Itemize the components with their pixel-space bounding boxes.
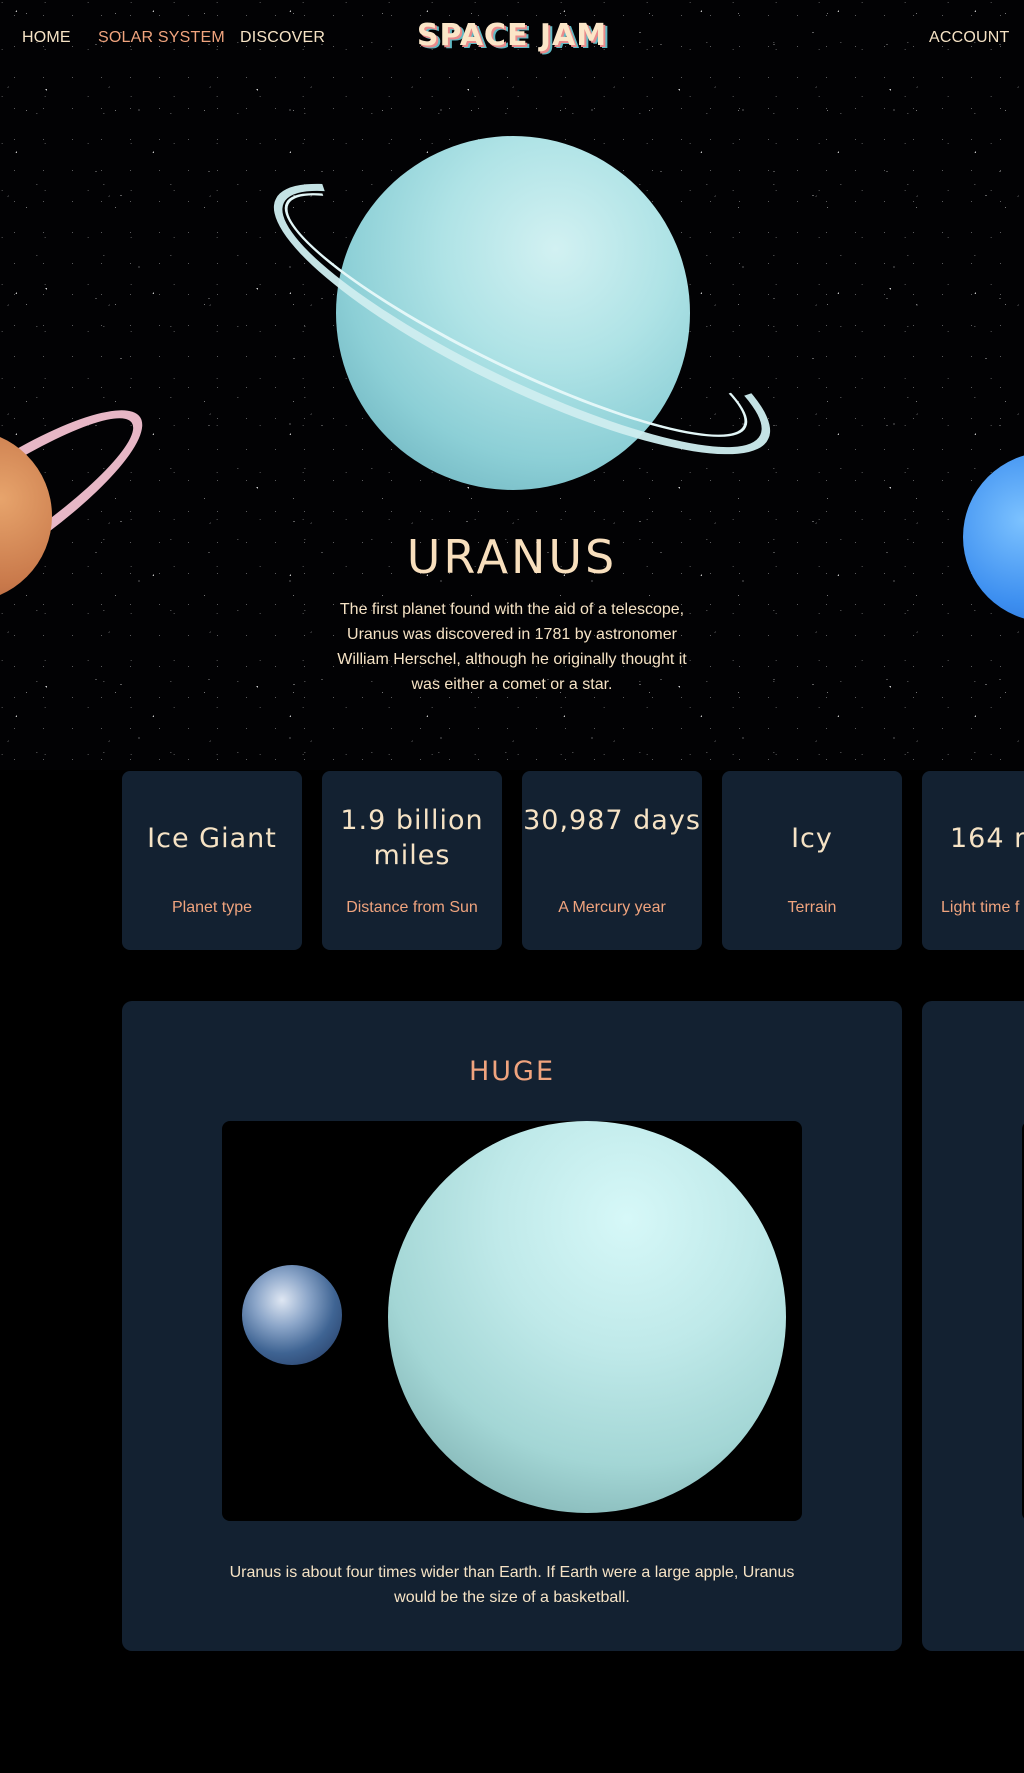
fact-card-distance: 1.9 billion miles Distance from Sun — [322, 771, 502, 950]
next-card-peek[interactable] — [922, 1001, 1024, 1651]
fact-value: 30,987 days — [523, 805, 701, 836]
card-title: HUGE — [468, 1056, 556, 1087]
size-comparison-image — [222, 1121, 802, 1521]
top-nav: HOME SOLAR SYSTEM DISCOVER SPACE JAM ACC… — [0, 0, 1024, 80]
site-logo[interactable]: SPACE JAM — [0, 18, 1024, 53]
fact-value: 164 m — [950, 823, 1024, 854]
page: HOME SOLAR SYSTEM DISCOVER SPACE JAM ACC… — [0, 0, 1024, 1773]
uranus-image — [388, 1121, 786, 1513]
fact-card-terrain: Icy Terrain — [722, 771, 902, 950]
fact-value: Icy — [791, 823, 833, 854]
earth-image — [242, 1265, 342, 1365]
planet-intro: The first planet found with the aid of a… — [337, 601, 687, 693]
fact-card-light-time: 164 m Light time f — [922, 771, 1024, 950]
planet-title: URANUS — [406, 530, 618, 584]
fact-value: 1.9 billion miles — [340, 805, 484, 871]
fact-label: Terrain — [787, 899, 837, 916]
nav-link-account[interactable]: ACCOUNT — [929, 29, 1010, 47]
fact-label: Planet type — [171, 899, 253, 916]
fact-label: Light time f — [941, 899, 1020, 916]
fact-label: Distance from Sun — [346, 899, 478, 916]
size-comparison-card: HUGE Uranus is about four times wider th… — [122, 1001, 902, 1651]
card-description: Uranus is about four times wider than Ea… — [229, 1564, 795, 1606]
uranus-hero-image — [245, 130, 799, 502]
fact-card-planet-type: Ice Giant Planet type — [122, 771, 302, 950]
fact-value: Ice Giant — [147, 823, 277, 854]
fact-card-year: 30,987 days A Mercury year — [522, 771, 702, 950]
fact-label: A Mercury year — [558, 899, 666, 916]
